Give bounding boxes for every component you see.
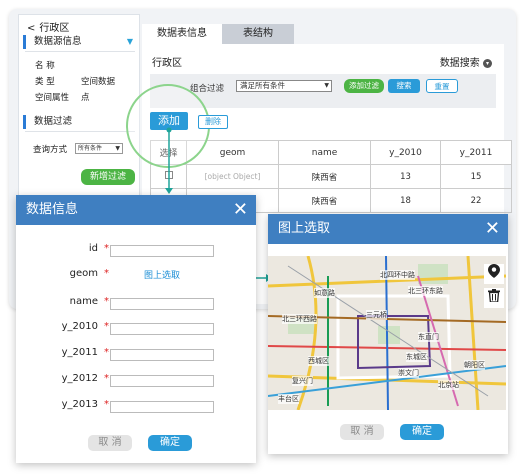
field-y2010: y_2010 * xyxy=(16,321,256,337)
required-marker: * xyxy=(104,268,109,279)
cancel-button[interactable]: 取 消 xyxy=(88,435,132,451)
required-marker: * xyxy=(104,321,109,332)
dialog-header: 数据信息 ✕ xyxy=(16,195,256,225)
field-y2011: y_2011 * xyxy=(16,347,256,363)
map-label: 东城区 xyxy=(406,352,427,362)
y2010-input[interactable] xyxy=(110,323,214,335)
map-label: 北三环西路 xyxy=(282,314,317,324)
y2013-input[interactable] xyxy=(110,401,214,413)
id-input[interactable] xyxy=(110,245,214,257)
cancel-button[interactable]: 取 消 xyxy=(340,424,384,440)
dialog-header: 图上选取 ✕ xyxy=(268,214,508,244)
trash-icon[interactable] xyxy=(484,288,504,308)
map-label: 崇文门 xyxy=(398,368,419,378)
dialog-title: 数据信息 xyxy=(26,202,79,217)
required-marker: * xyxy=(104,347,109,358)
confirm-button[interactable]: 确定 xyxy=(400,424,444,440)
field-y2013: y_2013 * xyxy=(16,399,256,415)
required-marker: * xyxy=(104,373,109,384)
map-label: 北京站 xyxy=(438,380,459,390)
pick-on-map-link[interactable]: 图上选取 xyxy=(144,268,180,281)
map-label: 如意路 xyxy=(314,288,335,298)
map-label: 东直门 xyxy=(418,332,439,342)
y2012-input[interactable] xyxy=(110,375,214,387)
required-marker: * xyxy=(104,296,109,307)
field-geom: geom * 图上选取 xyxy=(69,268,181,281)
field-name: name * xyxy=(16,296,256,312)
required-marker: * xyxy=(104,399,109,410)
close-icon[interactable]: ✕ xyxy=(485,214,500,244)
dialog-title: 图上选取 xyxy=(278,221,331,236)
map-label: 丰台区 xyxy=(278,394,299,404)
map-label: 北三环东路 xyxy=(408,286,443,296)
y2011-input[interactable] xyxy=(110,349,214,361)
confirm-button[interactable]: 确定 xyxy=(148,435,192,451)
map-label: 复兴门 xyxy=(292,376,313,386)
close-icon[interactable]: ✕ xyxy=(233,195,248,225)
name-input[interactable] xyxy=(110,298,214,310)
map-canvas[interactable]: 北四环中路 如意路 北三环西路 北三环东路 三元桥 东直门 东城区 西城区 崇文… xyxy=(268,256,506,410)
data-info-dialog: 数据信息 ✕ id * geom * 图上选取 name * y_2010 * y_201… xyxy=(16,195,256,463)
field-id: id * xyxy=(16,243,256,259)
map-label: 西城区 xyxy=(308,356,329,366)
map-pin-icon[interactable] xyxy=(484,264,504,284)
map-label: 三元桥 xyxy=(366,310,387,320)
required-marker: * xyxy=(104,243,109,254)
map-label: 朝阳区 xyxy=(464,360,485,370)
field-y2012: y_2012 * xyxy=(16,373,256,389)
map-pick-dialog: 图上选取 ✕ 北四环中路 如意路 北三环西路 北三环东路 三元桥 东直门 东城区… xyxy=(268,214,508,454)
map-label: 北四环中路 xyxy=(380,270,415,280)
map-body: 北四环中路 如意路 北三环西路 北三环东路 三元桥 东直门 东城区 西城区 崇文… xyxy=(268,244,508,454)
